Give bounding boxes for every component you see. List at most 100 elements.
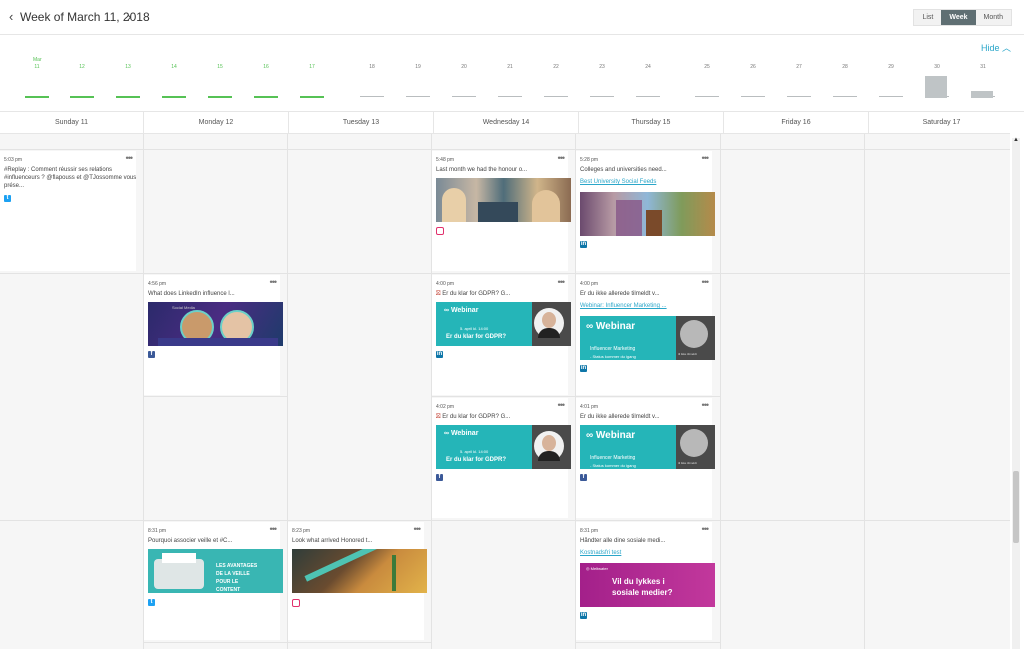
more-options-icon[interactable]: ••• bbox=[702, 277, 710, 287]
thumb-line: LES AVANTAGES bbox=[216, 563, 258, 569]
strip-day-marker bbox=[636, 96, 660, 97]
instagram-icon bbox=[292, 599, 300, 607]
more-options-icon[interactable]: ••• bbox=[414, 524, 422, 534]
twitter-icon: t bbox=[148, 599, 155, 606]
post-card[interactable]: 5:28 pm ••• Colleges and universities ne… bbox=[576, 151, 715, 271]
strip-day-label[interactable]: 24 bbox=[633, 64, 663, 70]
view-week-button[interactable]: Week bbox=[941, 10, 976, 25]
strip-day-label[interactable]: 12 bbox=[67, 64, 97, 70]
column-saturday[interactable] bbox=[864, 134, 1010, 649]
post-card[interactable]: 4:01 pm ••• Er du ikke allerede tilmeldt… bbox=[576, 398, 715, 518]
post-text: Pourquoi associer veille et #C... bbox=[148, 538, 233, 544]
more-options-icon[interactable]: ••• bbox=[702, 524, 710, 534]
day-header-sunday[interactable]: Sunday 11 bbox=[0, 112, 144, 133]
post-time: 5:48 pm bbox=[436, 157, 455, 163]
column-friday[interactable] bbox=[720, 134, 865, 649]
post-text: Er du ikke allerede tilmeldt v... bbox=[580, 291, 660, 297]
strip-day-label[interactable]: 25 bbox=[692, 64, 722, 70]
post-card[interactable]: 4:00 pm ••• Er du ikke allerede tilmeldt… bbox=[576, 275, 715, 395]
strip-day-label[interactable]: 16 bbox=[251, 64, 281, 70]
strip-day-label[interactable]: 19 bbox=[403, 64, 433, 70]
more-options-icon[interactable]: ••• bbox=[558, 400, 566, 410]
webinar-headline: Er du klar for GDPR? bbox=[446, 457, 507, 463]
day-header-saturday[interactable]: Saturday 17 bbox=[869, 112, 1014, 133]
post-card[interactable]: 8:31 pm ••• Håndter alle dine sosiale me… bbox=[576, 522, 715, 640]
webinar-title: ∞ Webinar bbox=[586, 321, 636, 332]
scrollbar-thumb[interactable] bbox=[1013, 471, 1019, 543]
thumb-tag: Social Media bbox=[172, 305, 195, 310]
strip-day-marker bbox=[406, 96, 430, 97]
strip-day-marker bbox=[70, 96, 94, 98]
strip-day-label[interactable]: 30 bbox=[922, 64, 952, 70]
post-link[interactable]: Webinar: Influencer Marketing ... bbox=[580, 303, 667, 309]
calendar-scrollbar[interactable] bbox=[1012, 138, 1020, 649]
more-options-icon[interactable]: ••• bbox=[270, 277, 278, 287]
strip-day-label[interactable]: 14 bbox=[159, 64, 189, 70]
day-header-tuesday[interactable]: Tuesday 13 bbox=[289, 112, 434, 133]
strip-day-label[interactable]: 20 bbox=[449, 64, 479, 70]
day-header-thursday[interactable]: Thursday 15 bbox=[579, 112, 724, 133]
post-image: Social Media bbox=[148, 302, 283, 346]
post-time: 4:01 pm bbox=[580, 404, 599, 410]
strip-day-marker bbox=[162, 96, 186, 98]
webinar-title: ∞ Webinar bbox=[586, 430, 636, 441]
strip-day-label[interactable]: 18 bbox=[357, 64, 387, 70]
strip-day-label[interactable]: 26 bbox=[738, 64, 768, 70]
more-options-icon[interactable]: ••• bbox=[558, 153, 566, 163]
strip-day-label[interactable]: 17 bbox=[297, 64, 327, 70]
day-header-friday[interactable]: Friday 16 bbox=[724, 112, 869, 133]
hide-strip-button[interactable]: Hide ︿ bbox=[981, 41, 1011, 54]
view-month-button[interactable]: Month bbox=[975, 10, 1011, 25]
webinar-headline: Influencer Marketing bbox=[590, 346, 636, 352]
strip-day-label[interactable]: 11 bbox=[22, 64, 52, 70]
post-link[interactable]: Kostnadsfri test bbox=[580, 550, 621, 556]
strip-day-label[interactable]: 27 bbox=[784, 64, 814, 70]
strip-day-label[interactable]: 13 bbox=[113, 64, 143, 70]
more-options-icon[interactable]: ••• bbox=[126, 153, 134, 163]
slot-divider bbox=[143, 642, 432, 643]
next-week-arrow-icon[interactable]: › bbox=[127, 9, 131, 24]
post-text: Er du ikke allerede tilmeldt v... bbox=[580, 414, 660, 420]
strip-day-marker bbox=[787, 96, 811, 97]
webinar-subline: - Status kommer du igang bbox=[590, 463, 636, 468]
webinar-date: 5. april kl. 14:00 bbox=[460, 449, 489, 454]
post-time: 4:56 pm bbox=[148, 281, 167, 287]
post-text: Håndter alle dine sosiale medi... bbox=[580, 538, 666, 544]
scroll-up-icon[interactable]: ▲ bbox=[1013, 137, 1019, 143]
more-options-icon[interactable]: ••• bbox=[702, 400, 710, 410]
view-switcher: List Week Month bbox=[913, 9, 1012, 26]
post-card[interactable]: 5:03 pm ••• #Replay : Comment réussir se… bbox=[0, 151, 136, 271]
post-card[interactable]: 4:56 pm ••• What does LinkedIn influence… bbox=[144, 275, 283, 395]
post-card[interactable]: 8:23 pm ••• Look what arrived Honored t.… bbox=[288, 522, 427, 640]
strip-day-label[interactable]: 22 bbox=[541, 64, 571, 70]
more-options-icon[interactable]: ••• bbox=[702, 153, 710, 163]
linkedin-icon: in bbox=[580, 365, 587, 372]
strip-day-label[interactable]: 28 bbox=[830, 64, 860, 70]
view-list-button[interactable]: List bbox=[914, 10, 942, 25]
prev-week-arrow-icon[interactable]: ‹ bbox=[9, 9, 13, 24]
strip-day-label[interactable]: 15 bbox=[205, 64, 235, 70]
facebook-icon: f bbox=[148, 351, 155, 358]
day-header-monday[interactable]: Monday 12 bbox=[144, 112, 289, 133]
post-text: What does LinkedIn influence l... bbox=[148, 291, 235, 297]
more-options-icon[interactable]: ••• bbox=[270, 524, 278, 534]
post-text: Colleges and universities need... bbox=[580, 167, 667, 173]
twitter-icon: t bbox=[4, 195, 11, 202]
more-options-icon[interactable]: ••• bbox=[558, 277, 566, 287]
day-header-wednesday[interactable]: Wednesday 14 bbox=[434, 112, 579, 133]
strip-day-label[interactable]: 21 bbox=[495, 64, 525, 70]
thumb-brand: ◎ Meltwater bbox=[586, 566, 608, 571]
strip-day-marker bbox=[300, 96, 324, 98]
post-link[interactable]: Best University Social Feeds bbox=[580, 179, 656, 185]
post-text: Last month we had the honour o... bbox=[436, 167, 528, 173]
post-card[interactable]: 4:02 pm ••• ⛝ Er du klar for GDPR? G... … bbox=[432, 398, 571, 518]
post-card[interactable]: 5:48 pm ••• Last month we had the honour… bbox=[432, 151, 571, 271]
strip-day-label[interactable]: 23 bbox=[587, 64, 617, 70]
post-image bbox=[436, 178, 571, 222]
strip-day-label[interactable]: 29 bbox=[876, 64, 906, 70]
month-label: Mar bbox=[33, 57, 42, 63]
post-card[interactable]: 8:31 pm ••• Pourquoi associer veille et … bbox=[144, 522, 283, 640]
strip-day-label[interactable]: 31 bbox=[968, 64, 998, 70]
linkedin-icon: in bbox=[436, 351, 443, 358]
post-card[interactable]: 4:00 pm ••• ⛝ Er du klar for GDPR? G... … bbox=[432, 275, 571, 395]
